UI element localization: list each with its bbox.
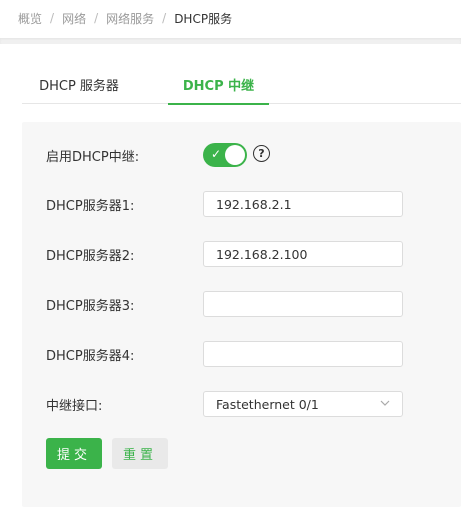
- dhcp-relay-form: 启用DHCP中继: ✓ ? DHCP服务器1: 192.168.2.1 DHCP…: [22, 122, 461, 507]
- breadcrumb-overview[interactable]: 概览: [18, 10, 42, 27]
- relay-interface-value: Fastethernet 0/1: [216, 396, 319, 412]
- submit-button[interactable]: 提交: [46, 438, 102, 469]
- header-divider: [0, 38, 461, 44]
- server3-input[interactable]: [203, 291, 403, 317]
- server2-input[interactable]: 192.168.2.100: [203, 241, 403, 267]
- server1-row: DHCP服务器1: 192.168.2.1: [22, 188, 461, 220]
- breadcrumb-separator: /: [162, 11, 167, 25]
- relay-interface-label: 中继接口:: [46, 398, 103, 414]
- server4-input[interactable]: [203, 341, 403, 367]
- server1-input[interactable]: 192.168.2.1: [203, 191, 403, 217]
- tab-dhcp-server[interactable]: DHCP 服务器: [22, 64, 136, 104]
- breadcrumb-network[interactable]: 网络: [62, 10, 86, 27]
- check-icon: ✓: [211, 147, 222, 161]
- tab-bar: DHCP 服务器 DHCP 中继: [22, 64, 461, 105]
- server3-label: DHCP服务器3:: [46, 298, 135, 314]
- breadcrumb-separator: /: [94, 11, 99, 25]
- breadcrumb-network-services[interactable]: 网络服务: [106, 10, 154, 27]
- server2-row: DHCP服务器2: 192.168.2.100: [22, 238, 461, 270]
- enable-relay-toggle[interactable]: ✓: [203, 143, 247, 167]
- reset-button[interactable]: 重置: [112, 438, 168, 469]
- chevron-down-icon: [380, 400, 390, 406]
- breadcrumb: 概览 / 网络 / 网络服务 / DHCP服务: [18, 8, 232, 28]
- relay-interface-select[interactable]: Fastethernet 0/1: [203, 391, 403, 417]
- toggle-knob: [225, 145, 245, 165]
- server4-label: DHCP服务器4:: [46, 348, 135, 364]
- breadcrumb-dhcp-service: DHCP服务: [174, 11, 233, 26]
- server2-label: DHCP服务器2:: [46, 248, 135, 264]
- enable-relay-label: 启用DHCP中继:: [46, 149, 140, 165]
- server4-row: DHCP服务器4:: [22, 338, 461, 370]
- breadcrumb-separator: /: [50, 11, 55, 25]
- tab-dhcp-relay[interactable]: DHCP 中继: [168, 64, 269, 105]
- server1-label: DHCP服务器1:: [46, 198, 135, 214]
- relay-interface-row: 中继接口: Fastethernet 0/1: [22, 388, 461, 420]
- help-icon[interactable]: ?: [253, 145, 270, 162]
- enable-relay-row: 启用DHCP中继: ✓ ?: [22, 139, 461, 171]
- server3-row: DHCP服务器3:: [22, 288, 461, 320]
